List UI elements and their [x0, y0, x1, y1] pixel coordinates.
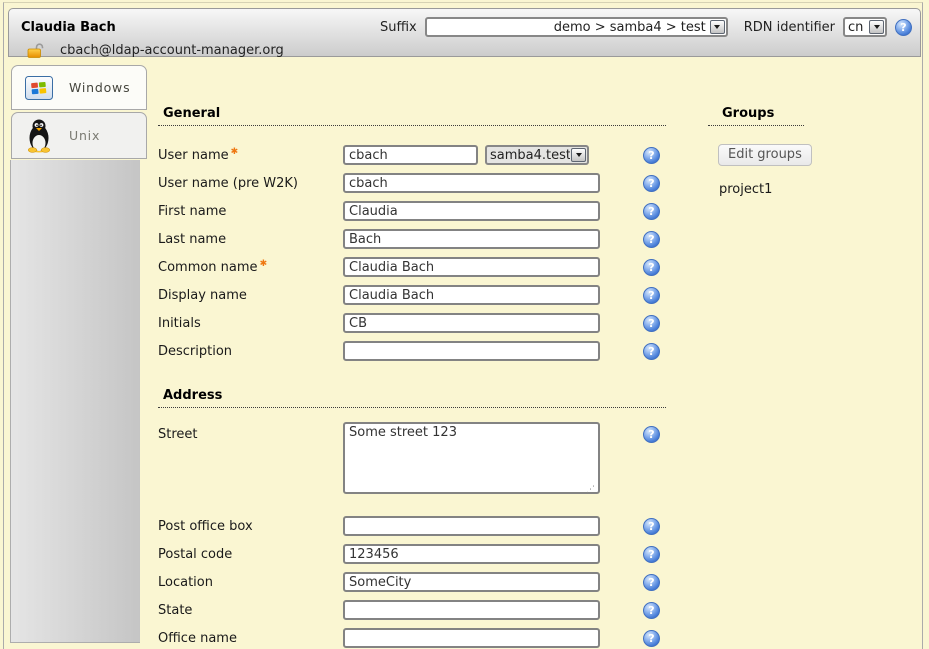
groups-panel: Groups Edit groups project1	[708, 62, 838, 197]
field-label: Last name	[158, 232, 343, 247]
tab-unix[interactable]: Unix	[11, 112, 147, 159]
field-label: Initials	[158, 316, 343, 331]
form-row-user-name: User name✱ samba4.test ?	[158, 141, 660, 169]
help-icon[interactable]: ?	[643, 175, 660, 192]
tab-windows-label: Windows	[69, 80, 130, 95]
initials-input[interactable]	[343, 313, 600, 333]
street-textarea[interactable]	[343, 422, 600, 494]
help-icon[interactable]: ?	[643, 546, 660, 563]
edit-groups-button[interactable]: Edit groups	[718, 144, 812, 166]
form-row-pre-w2k: User name (pre W2K) ?	[158, 169, 660, 197]
postal-code-input[interactable]	[343, 544, 600, 564]
chevron-down-icon	[710, 20, 725, 34]
field-label: Common name	[158, 260, 258, 275]
rdn-label: RDN identifier	[744, 20, 835, 35]
tux-icon	[24, 118, 54, 154]
domain-select[interactable]: samba4.test	[485, 145, 589, 165]
form-row-street: Street ⋰ ?	[158, 421, 660, 507]
form-row-first-name: First name ?	[158, 197, 660, 225]
field-label: Post office box	[158, 519, 343, 534]
location-input[interactable]	[343, 572, 600, 592]
user-name-input[interactable]	[343, 145, 478, 165]
help-icon[interactable]: ?	[643, 287, 660, 304]
field-label: Location	[158, 575, 343, 590]
page-title: Claudia Bach	[21, 20, 116, 35]
help-icon[interactable]: ?	[643, 574, 660, 591]
office-name-input[interactable]	[343, 628, 600, 648]
help-icon[interactable]: ?	[643, 231, 660, 248]
resize-grip-icon[interactable]: ⋰	[586, 487, 595, 493]
tab-unix-label: Unix	[69, 128, 100, 143]
form-row-postal-code: Postal code ?	[158, 540, 660, 568]
chevron-down-icon	[571, 148, 586, 162]
form-row-office-name: Office name ?	[158, 624, 660, 649]
account-dn: cbach@ldap-account-manager.org	[60, 43, 284, 58]
help-icon[interactable]: ?	[643, 518, 660, 535]
form-row-common-name: Common name✱ ?	[158, 253, 660, 281]
group-member: project1	[719, 182, 838, 197]
help-icon[interactable]: ?	[643, 426, 660, 443]
section-heading-address: Address	[158, 388, 666, 408]
form-row-initials: Initials ?	[158, 309, 660, 337]
help-icon[interactable]: ?	[643, 203, 660, 220]
required-icon: ✱	[231, 147, 239, 157]
form-row-display-name: Display name ?	[158, 281, 660, 309]
display-name-input[interactable]	[343, 285, 600, 305]
form-row-location: Location ?	[158, 568, 660, 596]
field-label: Street	[158, 421, 343, 442]
help-icon[interactable]: ?	[643, 343, 660, 360]
form-row-description: Description ?	[158, 337, 660, 365]
pre-w2k-input[interactable]	[343, 173, 600, 193]
common-name-input[interactable]	[343, 257, 600, 277]
suffix-label: Suffix	[380, 20, 417, 35]
description-input[interactable]	[343, 341, 600, 361]
first-name-input[interactable]	[343, 201, 600, 221]
module-tabs: Windows Unix	[10, 62, 148, 643]
section-heading-general: General	[158, 106, 666, 126]
state-input[interactable]	[343, 600, 600, 620]
field-label: User name (pre W2K)	[158, 176, 343, 191]
form-row-state: State ?	[158, 596, 660, 624]
field-label: State	[158, 603, 343, 618]
field-label: Office name	[158, 631, 343, 646]
help-icon[interactable]: ?	[643, 315, 660, 332]
form-row-last-name: Last name ?	[158, 225, 660, 253]
tab-windows[interactable]: Windows	[11, 65, 147, 110]
rdn-select-value: cn	[845, 20, 868, 35]
suffix-select[interactable]: demo > samba4 > test	[425, 17, 728, 37]
suffix-select-value: demo > samba4 > test	[427, 20, 709, 35]
windows-logo-icon	[24, 76, 54, 100]
account-header: Claudia Bach Suffix demo > samba4 > test…	[8, 8, 921, 57]
field-label: First name	[158, 204, 343, 219]
chevron-down-icon	[869, 20, 884, 34]
field-label: Display name	[158, 288, 343, 303]
unlock-icon	[27, 43, 44, 58]
last-name-input[interactable]	[343, 229, 600, 249]
help-icon[interactable]: ?	[643, 147, 660, 164]
help-icon[interactable]: ?	[643, 602, 660, 619]
required-icon: ✱	[260, 259, 268, 269]
rdn-select[interactable]: cn	[843, 17, 887, 37]
help-icon[interactable]: ?	[895, 19, 912, 36]
form-area: General User name✱ samba4.test ? User na…	[158, 62, 673, 649]
section-heading-groups: Groups	[708, 106, 804, 126]
help-icon[interactable]: ?	[643, 259, 660, 276]
po-box-input[interactable]	[343, 516, 600, 536]
form-row-po-box: Post office box ?	[158, 512, 660, 540]
field-label: Postal code	[158, 547, 343, 562]
field-label: User name	[158, 148, 229, 163]
domain-select-value: samba4.test	[487, 148, 570, 163]
sidebar-background	[10, 160, 140, 643]
help-icon[interactable]: ?	[643, 630, 660, 647]
field-label: Description	[158, 344, 343, 359]
